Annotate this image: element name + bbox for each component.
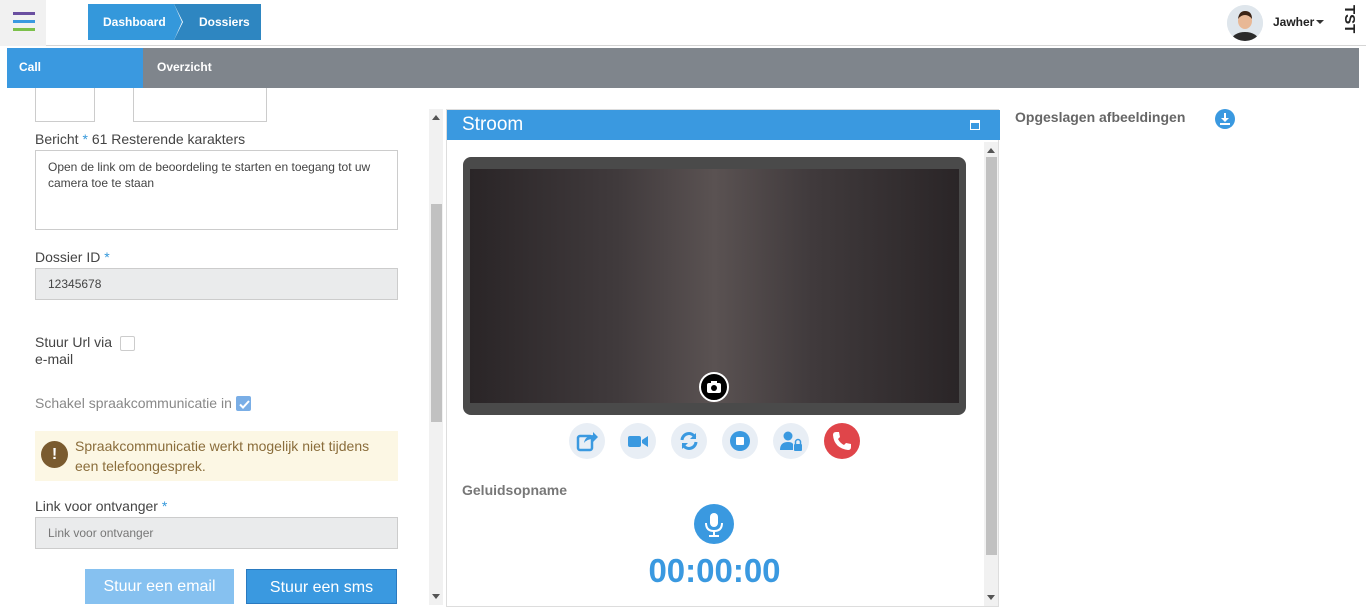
- stop-icon[interactable]: [722, 423, 758, 459]
- breadcrumb-dossiers[interactable]: Dossiers: [174, 4, 261, 40]
- link-label: Link voor ontvanger *: [35, 498, 168, 514]
- username[interactable]: Jawher: [1273, 15, 1314, 29]
- saved-images-title: Opgeslagen afbeeldingen: [1015, 109, 1186, 125]
- download-icon[interactable]: [1215, 109, 1235, 129]
- stream-header: Stroom: [447, 110, 1000, 140]
- send-email-button[interactable]: Stuur een email: [85, 569, 234, 604]
- maximize-icon[interactable]: [970, 120, 980, 130]
- check-icon: [239, 400, 250, 409]
- share-icon[interactable]: [569, 423, 605, 459]
- scrollbar-thumb[interactable]: [986, 157, 997, 555]
- dossier-id-field[interactable]: 12345678: [35, 268, 398, 300]
- top-bar: Dashboard Dossiers Jawher TST: [0, 0, 1366, 46]
- scroll-up-icon[interactable]: [432, 115, 440, 120]
- scroll-down-icon[interactable]: [987, 595, 995, 600]
- audio-recording-title: Geluidsopname: [462, 482, 568, 498]
- message-label: Bericht * 61 Resterende karakters: [35, 131, 246, 147]
- link-input[interactable]: Link voor ontvanger: [35, 517, 398, 549]
- dossier-id-label: Dossier ID *: [35, 249, 110, 265]
- video-feed: [470, 169, 959, 403]
- menu-icon[interactable]: [0, 0, 46, 46]
- call-form-panel: Bericht * 61 Resterende karakters Open d…: [7, 88, 429, 608]
- voice-label: Schakel spraakcommunicatie in: [35, 395, 232, 411]
- camera-snapshot-icon[interactable]: [699, 372, 729, 402]
- chevron-down-icon[interactable]: [1316, 20, 1324, 24]
- scroll-down-icon[interactable]: [432, 594, 440, 599]
- message-textarea[interactable]: Open de link om de beoordeling te starte…: [35, 150, 398, 230]
- tab-bar: Call Overzicht: [7, 48, 1359, 88]
- voice-warning: ! Spraakcommunicatie werkt mogelijk niet…: [35, 431, 398, 481]
- phone-number-input[interactable]: [133, 88, 267, 122]
- app-badge: TST: [1341, 5, 1358, 34]
- voice-checkbox[interactable]: [236, 396, 251, 411]
- scrollbar-thumb[interactable]: [431, 204, 442, 422]
- phone-hangup-icon[interactable]: [824, 423, 860, 459]
- microphone-icon[interactable]: [694, 504, 734, 544]
- scroll-up-icon[interactable]: [987, 148, 995, 153]
- tab-call[interactable]: Call: [7, 48, 143, 88]
- warning-text: Spraakcommunicatie werkt mogelijk niet t…: [75, 438, 370, 474]
- exclamation-icon: !: [41, 441, 68, 468]
- recording-timer: 00:00:00: [648, 552, 781, 589]
- send-sms-button[interactable]: Stuur een sms: [246, 569, 397, 604]
- stream-scrollbar[interactable]: [984, 142, 998, 606]
- send-url-label: Stuur Url via e-mail: [35, 334, 113, 367]
- country-code-input[interactable]: [35, 88, 95, 122]
- form-scrollbar[interactable]: [429, 109, 443, 605]
- stream-panel: Stroom Geluidsopname 00:00:00: [446, 109, 1000, 607]
- video-frame: [463, 157, 966, 415]
- avatar[interactable]: [1227, 5, 1263, 41]
- user-lock-icon[interactable]: [773, 423, 809, 459]
- stream-title: Stroom: [462, 114, 524, 135]
- tab-overzicht[interactable]: Overzicht: [157, 48, 212, 88]
- video-camera-icon[interactable]: [620, 423, 656, 459]
- breadcrumb-dashboard[interactable]: Dashboard: [88, 4, 182, 40]
- send-url-checkbox[interactable]: [120, 336, 135, 351]
- refresh-icon[interactable]: [671, 423, 707, 459]
